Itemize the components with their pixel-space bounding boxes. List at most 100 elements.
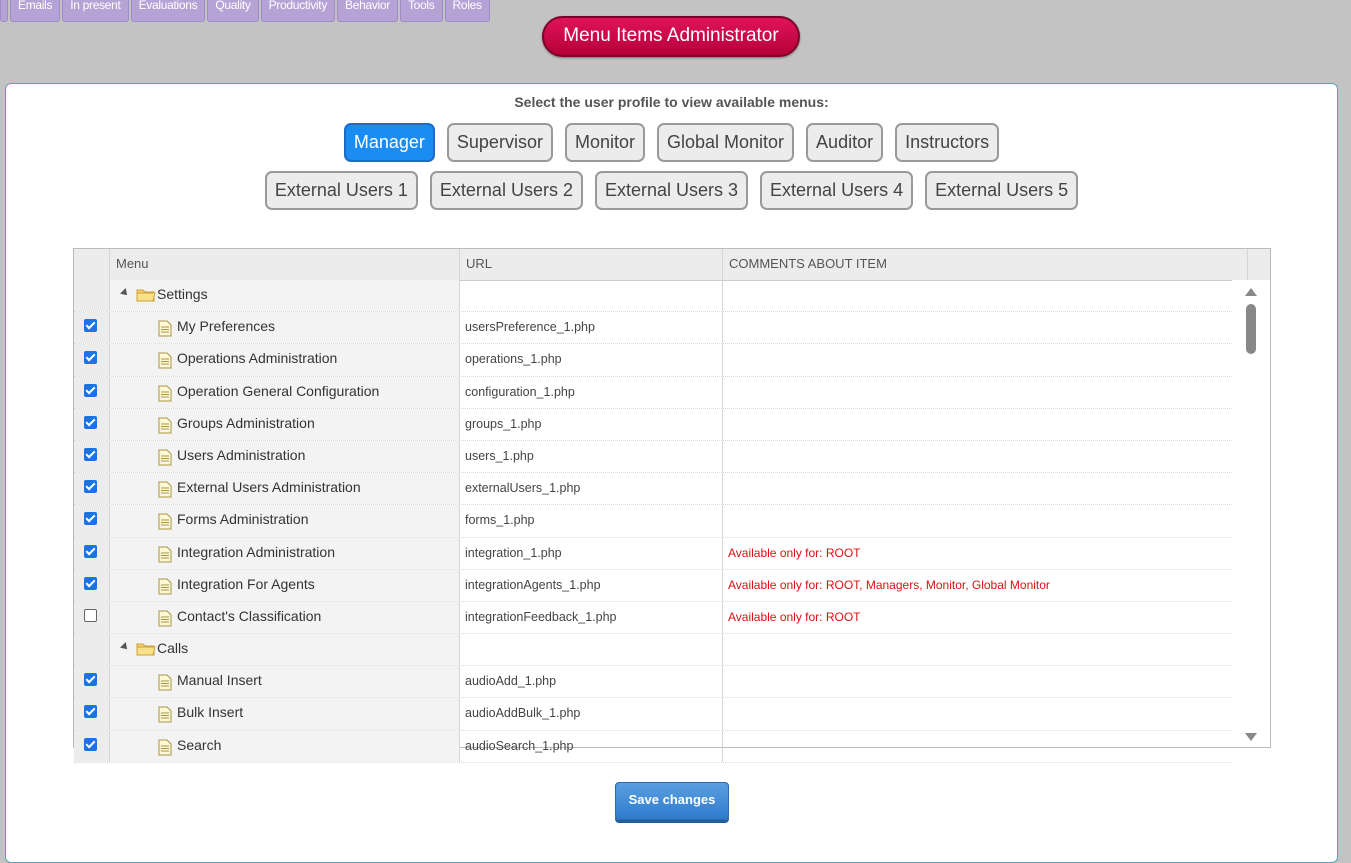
menu-item-label: Users Administration	[177, 446, 306, 463]
table-row[interactable]: Operations Administration operations_1.ph…	[74, 344, 1232, 377]
table-row[interactable]: Manual Insert audioAdd_1.php	[74, 666, 1232, 699]
header-url[interactable]: URL	[460, 249, 723, 280]
row-checkbox[interactable]	[84, 480, 97, 494]
nav-tab[interactable]: Quality	[207, 0, 259, 22]
row-checkbox[interactable]	[84, 576, 97, 590]
document-icon	[158, 481, 172, 498]
comment-cell	[723, 377, 1232, 408]
nav-tab[interactable]: In present	[62, 0, 129, 22]
profile-button[interactable]: External Users 4	[760, 171, 914, 210]
row-checkbox[interactable]	[84, 415, 97, 429]
row-checkbox[interactable]	[84, 608, 97, 622]
grid-scrollbar[interactable]	[1232, 280, 1270, 747]
nav-tab[interactable]: Productivity	[260, 0, 336, 22]
comment-cell	[723, 731, 1232, 762]
table-row[interactable]: Contact's Classification integrationFeedb…	[74, 601, 1232, 635]
document-icon	[158, 739, 172, 756]
header-checkbox-col	[74, 249, 110, 280]
menu-cell: Settings	[110, 280, 460, 312]
menu-item-label: Operation General Configuration	[177, 382, 380, 399]
profile-button[interactable]: External Users 3	[594, 171, 749, 210]
menu-cell: Search	[110, 730, 460, 762]
menu-cell: Contact's Classification	[110, 601, 460, 634]
comment-cell	[723, 505, 1232, 536]
menu-item-label: Integration For Agents	[177, 575, 315, 592]
profile-button[interactable]: Instructors	[895, 123, 1000, 162]
table-row[interactable]: Operation General Configuration configura…	[74, 376, 1232, 409]
menu-cell: Users Administration	[110, 440, 460, 473]
nav-tab[interactable]: Tools	[399, 0, 443, 22]
table-row[interactable]: Integration Administration integration_1.…	[74, 537, 1232, 570]
url-cell: operations_1.php	[460, 344, 723, 376]
menu-item-label: Bulk Insert	[177, 704, 244, 721]
row-checkbox[interactable]	[84, 447, 97, 461]
row-checkbox[interactable]	[84, 705, 97, 719]
url-cell: groups_1.php	[460, 408, 723, 440]
table-row[interactable]: Integration For Agents integrationAgents_…	[74, 569, 1232, 602]
scroll-up-icon[interactable]	[1245, 288, 1257, 296]
row-checkbox[interactable]	[84, 544, 97, 558]
document-icon	[158, 320, 172, 337]
table-row[interactable]: Bulk Insert audioAddBulk_1.php	[74, 698, 1232, 731]
table-row[interactable]: External Users Administration externalUse…	[74, 473, 1232, 506]
nav-tab[interactable]: Evaluations	[130, 0, 206, 22]
checkbox-cell	[74, 537, 110, 569]
row-checkbox[interactable]	[84, 512, 97, 526]
comment-cell	[723, 312, 1232, 343]
menu-cell: Forms Administration	[110, 505, 460, 537]
expand-arrow-icon[interactable]	[120, 642, 130, 653]
profile-button[interactable]: Monitor	[564, 123, 645, 162]
menu-item-label: Groups Administration	[177, 414, 315, 431]
profile-button[interactable]: External Users 1	[264, 171, 418, 210]
document-icon	[158, 449, 172, 466]
comment-cell	[723, 698, 1232, 729]
row-checkbox[interactable]	[84, 737, 97, 751]
scroll-thumb[interactable]	[1246, 304, 1256, 354]
profile-button[interactable]: Auditor	[806, 123, 884, 162]
grid-body: Settings My Preferences usersPreference_1.…	[74, 280, 1232, 763]
row-checkbox[interactable]	[84, 673, 97, 687]
table-row[interactable]: Groups Administration groups_1.php	[74, 408, 1232, 441]
folder-row[interactable]: Calls	[74, 634, 1232, 667]
save-changes-button[interactable]: Save changes	[615, 782, 729, 820]
expand-arrow-icon[interactable]	[120, 288, 130, 298]
folder-row[interactable]: Settings	[74, 280, 1232, 313]
profile-button[interactable]: External Users 2	[429, 171, 583, 210]
table-row[interactable]: My Preferences usersPreference_1.php	[74, 312, 1232, 345]
nav-tab[interactable]	[0, 0, 8, 22]
checkbox-cell	[74, 473, 110, 505]
row-checkbox[interactable]	[84, 319, 97, 333]
document-icon	[158, 674, 172, 691]
table-row[interactable]: Search audioSearch_1.php	[74, 730, 1232, 763]
url-cell: integrationFeedback_1.php	[460, 601, 723, 634]
profile-button[interactable]: Manager	[343, 123, 435, 162]
checkbox-cell	[74, 634, 110, 666]
row-checkbox[interactable]	[84, 383, 97, 397]
table-row[interactable]: Forms Administration forms_1.php	[74, 505, 1232, 538]
url-cell: integration_1.php	[460, 537, 723, 569]
profile-button[interactable]: Global Monitor	[656, 123, 795, 162]
menu-cell: Integration Administration	[110, 537, 460, 569]
checkbox-cell	[74, 601, 110, 634]
scroll-down-icon[interactable]	[1245, 733, 1257, 741]
nav-tab[interactable]: Behavior	[337, 0, 398, 22]
nav-tab[interactable]: Emails	[10, 0, 61, 22]
row-checkbox[interactable]	[84, 351, 97, 365]
menu-cell: Groups Administration	[110, 408, 460, 440]
comment-cell: Available only for: ROOT	[728, 609, 861, 624]
nav-tab[interactable]: Roles	[444, 0, 490, 22]
header-comments[interactable]: COMMENTS ABOUT ITEM	[723, 249, 1248, 280]
url-cell: externalUsers_1.php	[460, 473, 723, 505]
checkbox-cell	[74, 505, 110, 537]
url-cell: audioAdd_1.php	[460, 666, 723, 698]
main-panel: Select the user profile to view availabl…	[5, 83, 1338, 863]
header-spacer	[1248, 249, 1270, 280]
header-menu[interactable]: Menu	[110, 249, 460, 280]
table-row[interactable]: Users Administration users_1.php	[74, 440, 1232, 474]
profile-button[interactable]: External Users 5	[925, 171, 1079, 210]
document-icon	[158, 610, 172, 627]
profile-button[interactable]: Supervisor	[446, 123, 553, 162]
menu-item-label: Manual Insert	[177, 672, 262, 689]
checkbox-cell	[74, 698, 110, 730]
document-icon	[158, 513, 172, 530]
